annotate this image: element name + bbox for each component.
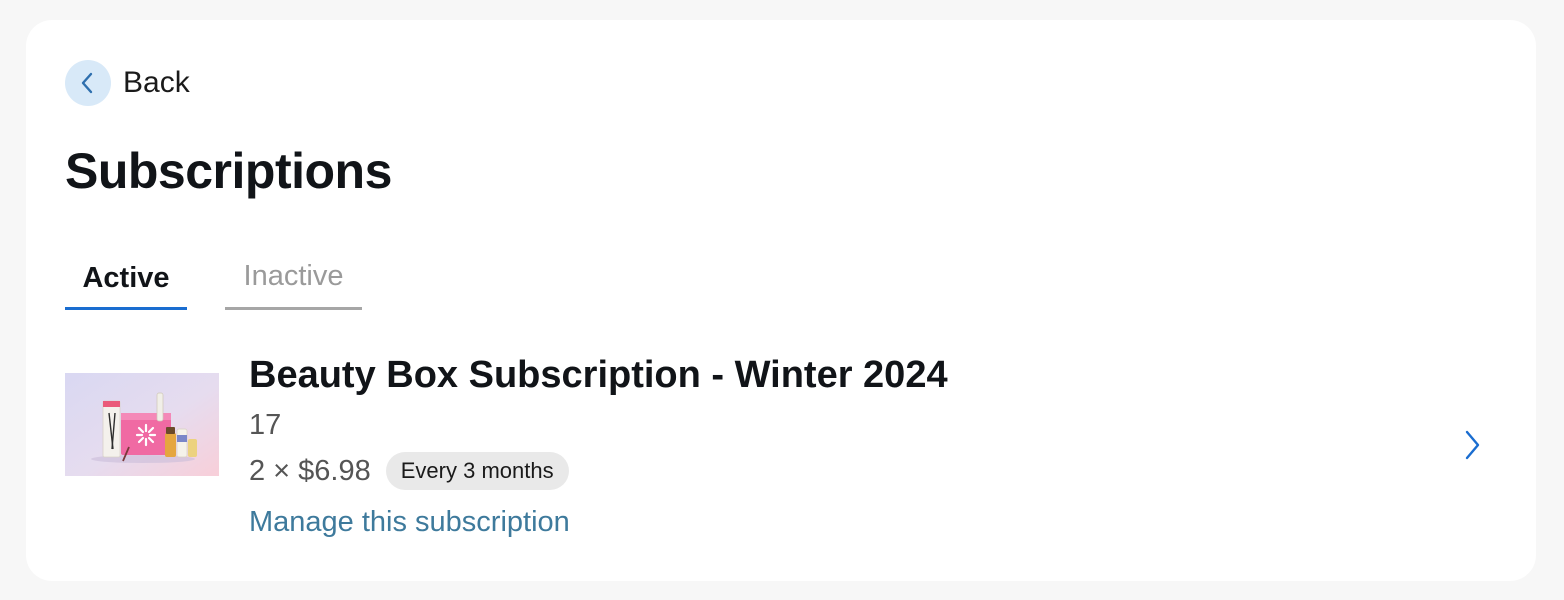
chevron-right-icon[interactable] [1458, 428, 1486, 462]
subscription-quantity: 17 [249, 409, 282, 441]
tab-active[interactable]: Active [65, 242, 187, 310]
back-button[interactable]: Back [65, 60, 190, 106]
price-row: 2 × $6.98 Every 3 months [249, 452, 569, 490]
frequency-badge: Every 3 months [385, 452, 569, 490]
subscriptions-card: Back Subscriptions Active Inactive Beaut… [26, 20, 1536, 581]
manage-subscription-link[interactable]: Manage this subscription [249, 506, 570, 539]
page-title: Subscriptions [65, 143, 392, 199]
product-thumbnail[interactable] [65, 373, 219, 476]
tab-inactive[interactable]: Inactive [225, 242, 362, 310]
back-label: Back [123, 66, 190, 99]
subscription-title: Beauty Box Subscription - Winter 2024 [249, 354, 948, 396]
subscription-price: 2 × $6.98 [249, 454, 371, 487]
chevron-left-icon [65, 60, 111, 106]
